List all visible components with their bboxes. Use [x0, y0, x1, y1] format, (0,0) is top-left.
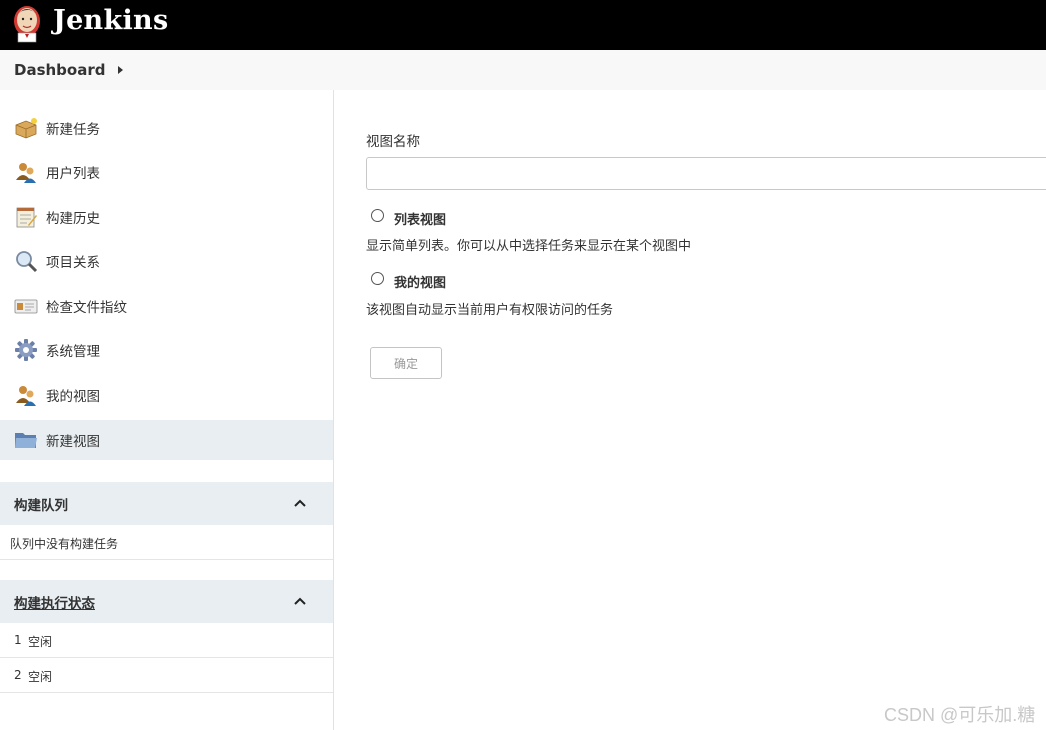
- csdn-watermark: CSDN @可乐加.糖: [884, 705, 1036, 725]
- sidebar-item-my-views[interactable]: 我的视图: [0, 375, 333, 415]
- sidebar-item-label: 用户列表: [46, 166, 100, 182]
- fingerprint-card-icon: [14, 299, 38, 314]
- sidebar-item-new-job[interactable]: 新建任务: [0, 108, 333, 148]
- view-name-label: 视图名称: [366, 134, 420, 150]
- chevron-up-icon[interactable]: [293, 594, 307, 608]
- executors-title[interactable]: 构建执行状态: [14, 592, 95, 612]
- executor-status: 空闲: [28, 670, 53, 684]
- build-queue-empty: 队列中没有构建任务: [0, 525, 333, 560]
- sidebar-item-users[interactable]: 用户列表: [0, 152, 333, 192]
- gear-icon: [15, 339, 37, 361]
- chevron-up-icon[interactable]: [293, 496, 307, 510]
- my-view-radio[interactable]: [371, 272, 384, 285]
- executor-row: 1 空闲: [0, 623, 333, 658]
- sidebar-item-manage[interactable]: 系统管理: [0, 330, 333, 370]
- sidebar-item-label: 新建任务: [46, 122, 100, 138]
- list-view-radio[interactable]: [371, 209, 384, 222]
- ok-button[interactable]: 确定: [370, 347, 442, 379]
- package-icon: [15, 118, 37, 139]
- sidebar-item-label: 新建视图: [46, 434, 100, 450]
- users-icon: [16, 163, 36, 183]
- sidebar-item-label: 我的视图: [46, 389, 100, 405]
- sidebar-item-project-relations[interactable]: 项目关系: [0, 241, 333, 281]
- build-queue-empty-text: 队列中没有构建任务: [10, 537, 119, 551]
- folder-icon: [15, 433, 37, 448]
- notepad-icon: [16, 207, 37, 228]
- sidebar-item-label: 系统管理: [46, 344, 100, 360]
- sidebar-item-label: 检查文件指纹: [46, 300, 127, 316]
- brand-title[interactable]: Jenkins: [53, 5, 168, 36]
- executor-row: 2 空闲: [0, 658, 333, 693]
- list-view-description: 显示简单列表。你可以从中选择任务来显示在某个视图中: [366, 239, 692, 254]
- magnifier-icon: [16, 251, 38, 273]
- sidebar-item-fingerprint[interactable]: 检查文件指纹: [0, 286, 333, 326]
- jenkins-butler-icon[interactable]: [12, 3, 42, 43]
- sidebar-item-build-history[interactable]: 构建历史: [0, 197, 333, 237]
- sidebar: 新建任务 用户列表 构建历史 项目关系 检查文件指纹 系统管理 我的视图 新建视…: [0, 90, 334, 730]
- top-header: Jenkins: [0, 0, 1046, 50]
- breadcrumb: Dashboard: [0, 50, 1046, 90]
- my-view-description: 该视图自动显示当前用户有权限访问的任务: [366, 303, 614, 318]
- my-view-label[interactable]: 我的视图: [394, 272, 446, 291]
- triangle-right-icon[interactable]: [118, 66, 123, 74]
- sidebar-item-new-view[interactable]: 新建视图: [0, 420, 333, 460]
- users-icon: [16, 386, 36, 406]
- breadcrumb-dashboard[interactable]: Dashboard: [14, 61, 105, 79]
- sidebar-item-label: 项目关系: [46, 255, 100, 271]
- executor-number: 2: [14, 668, 22, 682]
- executors-header[interactable]: 构建执行状态: [0, 580, 333, 623]
- executor-number: 1: [14, 633, 22, 647]
- view-name-input[interactable]: [366, 157, 1046, 190]
- list-view-label[interactable]: 列表视图: [394, 209, 446, 228]
- sidebar-item-label: 构建历史: [46, 211, 100, 227]
- build-queue-header[interactable]: 构建队列: [0, 482, 333, 525]
- executor-status: 空闲: [28, 635, 53, 649]
- build-queue-title: 构建队列: [14, 498, 68, 514]
